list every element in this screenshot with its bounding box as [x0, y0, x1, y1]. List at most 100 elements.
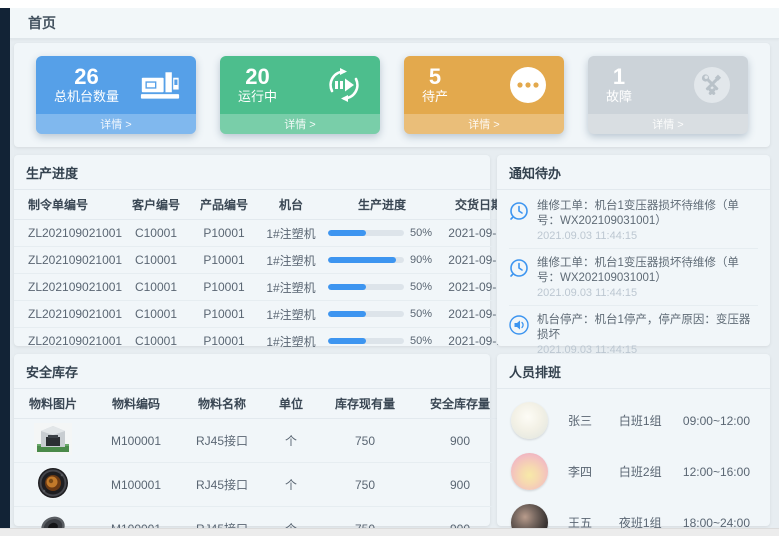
product-no-cell: P10001 — [190, 247, 258, 274]
tools-icon — [692, 65, 732, 105]
fault-value: 1 — [613, 65, 625, 89]
progress-bar — [328, 284, 404, 290]
machine-cell: 1#注塑机 — [258, 274, 324, 301]
total-machines-label: 总机台数量 — [54, 89, 119, 105]
column-header: 安全库存量 — [412, 389, 508, 419]
order-no-cell: ZL202109021001 — [14, 220, 122, 247]
column-header: 机台 — [258, 190, 324, 220]
shift-label: 白班1组 — [619, 412, 683, 429]
pending-value: 5 — [429, 65, 441, 89]
production-table: 制令单编号 客户编号 产品编号 机台 生产进度 交货日期 ZL202109021… — [14, 190, 518, 355]
stat-card-fault[interactable]: 1 故障 — [588, 56, 748, 134]
pending-detail-button[interactable]: 详情 > — [404, 114, 564, 134]
rj45-connector-image — [34, 423, 72, 458]
safety-stock-cell: 900 — [412, 419, 508, 463]
shift-time: 12:00~16:00 — [683, 465, 756, 479]
window-bottom-strip — [0, 528, 779, 536]
progress-cell: 50% — [324, 220, 440, 247]
detail-link-label: 详情 > — [284, 116, 315, 132]
stat-card-pending[interactable]: 5 待产 详情 > — [404, 56, 564, 134]
inventory-table-row: M100001 RJ45接口 个 750 900 — [14, 419, 508, 463]
material-image-cell — [14, 419, 92, 463]
stat-card-total-machines[interactable]: 26 总机台数量 — [36, 56, 196, 134]
customer-no-cell: C10001 — [122, 301, 190, 328]
progress-percent: 50% — [410, 227, 436, 239]
customer-no-cell: C10001 — [122, 328, 190, 355]
column-header: 物料图片 — [14, 389, 92, 419]
notification-item[interactable]: 维修工单：机台1变压器损坏待维修（单号：WX202109031001） 2021… — [509, 249, 758, 306]
total-machines-detail-button[interactable]: 详情 > — [36, 114, 196, 134]
detail-link-label: 详情 > — [652, 116, 683, 132]
safety-stock-cell: 900 — [412, 463, 508, 507]
product-no-cell: P10001 — [190, 328, 258, 355]
safety-stock-panel: 安全库存 物料图片 物料编码 物料名称 单位 库存 — [14, 354, 490, 526]
speaker-icon — [509, 315, 529, 356]
running-detail-button[interactable]: 详情 > — [220, 114, 380, 134]
stock-cell: 750 — [318, 419, 412, 463]
clock-icon — [509, 201, 529, 242]
customer-no-cell: C10001 — [122, 274, 190, 301]
pending-label: 待产 — [422, 89, 448, 105]
stat-cards-panel: 26 总机台数量 — [14, 43, 770, 147]
main-content: 首页 26 总机台数量 — [10, 8, 779, 528]
running-label: 运行中 — [238, 89, 277, 105]
home-tab[interactable]: 首页 — [28, 13, 56, 33]
round-speaker-image — [36, 467, 70, 502]
machine-cell: 1#注塑机 — [258, 328, 324, 355]
column-header: 客户编号 — [122, 190, 190, 220]
detail-link-label: 详情 > — [468, 116, 499, 132]
inventory-table-row: M100001 RJ45接口 个 750 900 — [14, 507, 508, 529]
material-code-cell: M100001 — [92, 419, 180, 463]
customer-no-cell: C10001 — [122, 247, 190, 274]
column-header: 物料编码 — [92, 389, 180, 419]
fault-label: 故障 — [606, 89, 632, 105]
material-name-cell: RJ45接口 — [180, 419, 264, 463]
production-table-row: ZL202109021001 C10001 P10001 1#注塑机 90% — [14, 247, 518, 274]
order-no-cell: ZL202109021001 — [14, 247, 122, 274]
notifications-panel: 通知待办 维修工单：机台1变压器损坏待维修（单号 — [497, 155, 770, 346]
machine-icon — [140, 65, 180, 105]
lisi-avatar — [511, 453, 548, 490]
cone-speaker-image — [36, 511, 70, 528]
shift-label: 白班2组 — [619, 463, 683, 480]
production-table-row: ZL202109021001 C10001 P10001 1#注塑机 50% — [14, 301, 518, 328]
zhangsan-avatar — [511, 402, 548, 439]
progress-bar — [328, 311, 404, 317]
staff-name: 王五 — [568, 514, 619, 528]
machine-cell: 1#注塑机 — [258, 301, 324, 328]
inventory-table-row: M100001 RJ45接口 个 750 900 — [14, 463, 508, 507]
wangwu-avatar — [511, 504, 548, 528]
notification-time: 2021.09.03 11:44:15 — [537, 287, 758, 299]
production-table-row: ZL202109021001 C10001 P10001 1#注塑机 50% — [14, 274, 518, 301]
staff-name: 李四 — [568, 463, 619, 480]
column-header: 物料名称 — [180, 389, 264, 419]
production-progress-panel: 生产进度 制令单编号 客户编号 产品编号 机台 生 — [14, 155, 490, 346]
production-table-row: ZL202109021001 C10001 P10001 1#注塑机 50% — [14, 328, 518, 355]
material-code-cell: M100001 — [92, 507, 180, 529]
stat-card-running[interactable]: 20 运行中 — [220, 56, 380, 134]
schedule-panel-title: 人员排班 — [497, 354, 770, 389]
machine-cell: 1#注塑机 — [258, 220, 324, 247]
unit-cell: 个 — [264, 419, 318, 463]
fault-detail-button[interactable]: 详情 > — [588, 114, 748, 134]
detail-link-label: 详情 > — [100, 116, 131, 132]
schedule-row: 李四 白班2组 12:00~16:00 — [511, 446, 756, 497]
notifications-panel-title: 通知待办 — [497, 155, 770, 190]
notification-item[interactable]: 维修工单：机台1变压器损坏待维修（单号：WX202109031001） 2021… — [509, 192, 758, 249]
production-table-row: ZL202109021001 C10001 P10001 1#注塑机 50% — [14, 220, 518, 247]
stock-cell: 750 — [318, 507, 412, 529]
clock-icon — [509, 258, 529, 299]
progress-percent: 90% — [410, 254, 436, 266]
progress-percent: 50% — [410, 335, 436, 347]
notification-text: 维修工单：机台1变压器损坏待维修（单号：WX202109031001） — [537, 199, 758, 229]
column-header: 库存现有量 — [318, 389, 412, 419]
order-no-cell: ZL202109021001 — [14, 301, 122, 328]
progress-cell: 90% — [324, 247, 440, 274]
progress-bar — [328, 230, 404, 236]
staff-schedule-panel: 人员排班 张三 白班1组 09:00~12:00 李四 白班2组 12: — [497, 354, 770, 526]
order-no-cell: ZL202109021001 — [14, 328, 122, 355]
running-value: 20 — [245, 65, 269, 89]
product-no-cell: P10001 — [190, 274, 258, 301]
material-name-cell: RJ45接口 — [180, 507, 264, 529]
inventory-panel-title: 安全库存 — [14, 354, 490, 389]
